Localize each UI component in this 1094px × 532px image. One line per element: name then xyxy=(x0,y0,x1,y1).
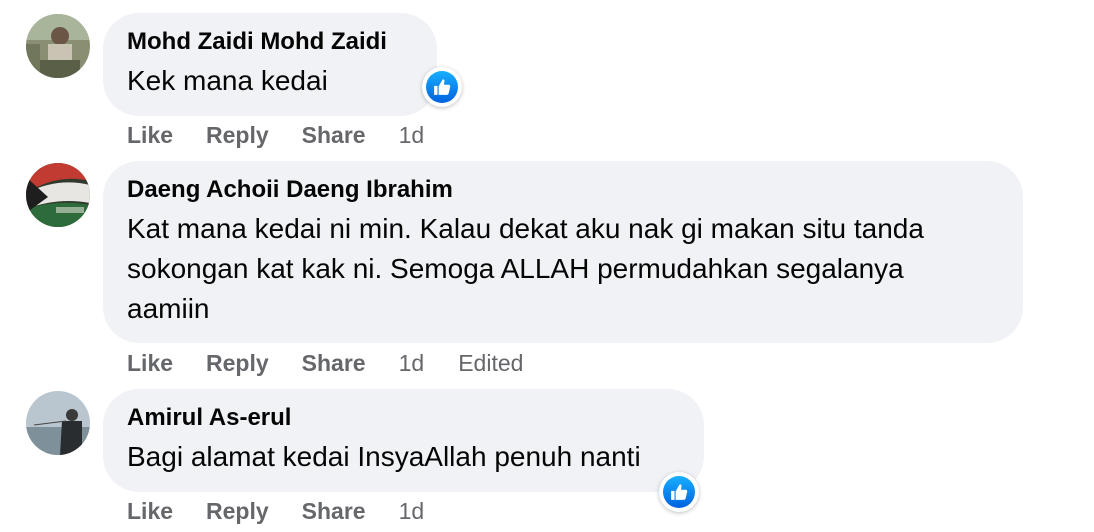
reaction-badge[interactable] xyxy=(422,67,462,107)
thumbs-up-icon xyxy=(426,71,458,103)
comment-bubble: Daeng Achoii Daeng Ibrahim Kat mana keda… xyxy=(103,161,1023,343)
reply-button[interactable]: Reply xyxy=(206,122,269,149)
comment-author[interactable]: Daeng Achoii Daeng Ibrahim xyxy=(127,175,999,205)
thumbs-up-icon xyxy=(663,476,695,508)
timestamp[interactable]: 1d xyxy=(399,350,425,377)
comment-text-line: sokongan kat kak ni. Semoga ALLAH permud… xyxy=(127,253,904,284)
comment-actions: Like Reply Share 1d xyxy=(127,498,458,525)
edited-label[interactable]: Edited xyxy=(458,350,523,377)
avatar[interactable] xyxy=(26,163,90,227)
share-button[interactable]: Share xyxy=(302,498,366,525)
avatar[interactable] xyxy=(26,391,90,455)
like-button[interactable]: Like xyxy=(127,498,173,525)
timestamp[interactable]: 1d xyxy=(399,122,425,149)
comment-text: Bagi alamat kedai InsyaAllah penuh nanti xyxy=(127,441,641,472)
comment-bubble: Mohd Zaidi Mohd Zaidi Kek mana kedai xyxy=(103,13,437,116)
share-button[interactable]: Share xyxy=(302,122,366,149)
comment-text: Kat mana kedai ni min. Kalau dekat aku n… xyxy=(127,209,999,329)
like-button[interactable]: Like xyxy=(127,122,173,149)
reply-button[interactable]: Reply xyxy=(206,498,269,525)
reaction-badge[interactable] xyxy=(659,472,699,512)
comment-bubble: Amirul As-erul Bagi alamat kedai InsyaAl… xyxy=(103,389,704,492)
timestamp[interactable]: 1d xyxy=(399,498,425,525)
comment-text: Kek mana kedai xyxy=(127,65,328,96)
reply-button[interactable]: Reply xyxy=(206,350,269,377)
comment-text-line: aamiin xyxy=(127,293,210,324)
comment-author[interactable]: Mohd Zaidi Mohd Zaidi xyxy=(127,27,413,57)
like-button[interactable]: Like xyxy=(127,350,173,377)
share-button[interactable]: Share xyxy=(302,350,366,377)
comment-actions: Like Reply Share 1d Edited xyxy=(127,350,523,377)
comment-actions: Like Reply Share 1d xyxy=(127,122,458,149)
avatar[interactable] xyxy=(26,14,90,78)
comment-text-line: Kat mana kedai ni min. Kalau dekat aku n… xyxy=(127,213,924,244)
comment-author[interactable]: Amirul As-erul xyxy=(127,403,680,433)
